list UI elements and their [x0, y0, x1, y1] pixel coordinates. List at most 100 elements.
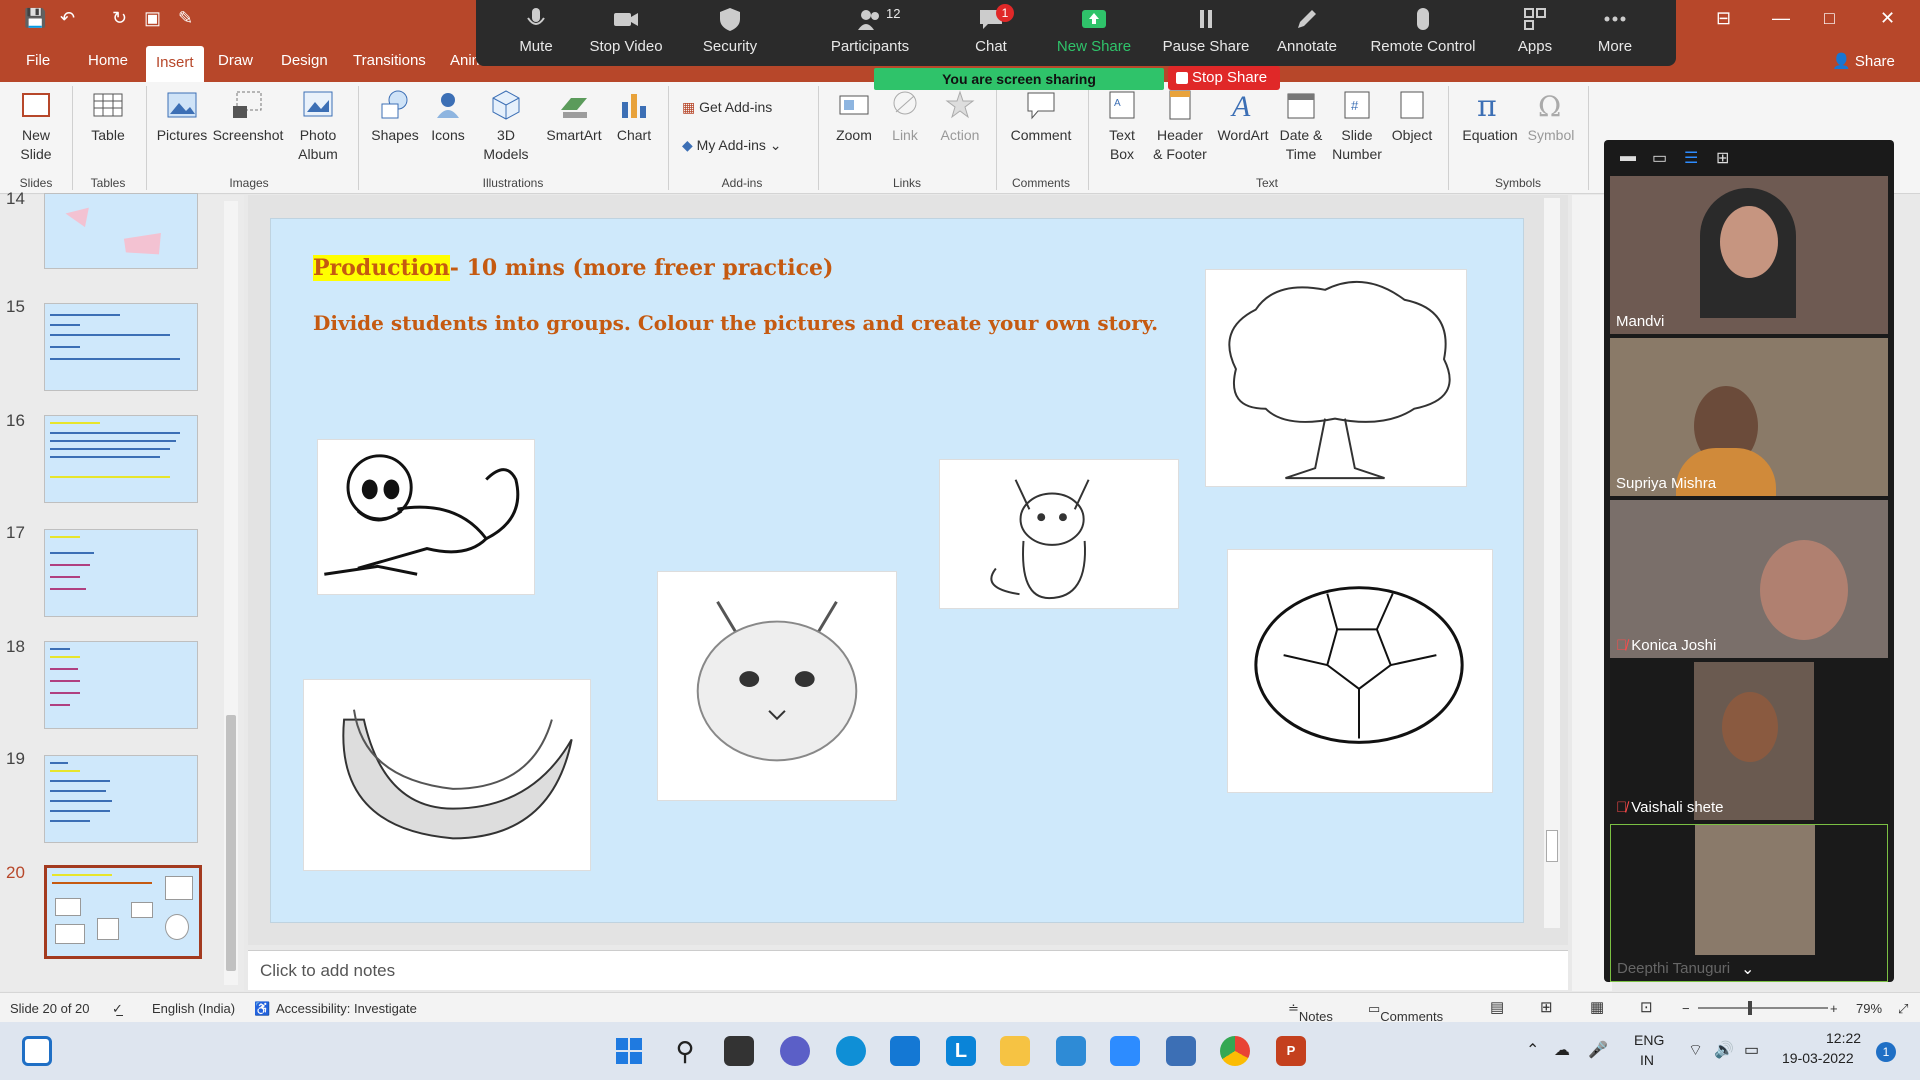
new-share-button[interactable]: New Share — [1054, 6, 1134, 55]
slide-thumbnail[interactable] — [44, 641, 198, 729]
chevron-down-icon[interactable]: ⌄ — [1741, 959, 1754, 979]
start-icon[interactable] — [614, 1036, 644, 1066]
widgets-icon[interactable] — [22, 1036, 52, 1066]
football-image[interactable] — [1227, 549, 1493, 793]
chevron-up-icon[interactable]: ⌃ — [1526, 1040, 1539, 1060]
my-addins-button[interactable]: ◆ My Add-ins ⌄ — [682, 136, 802, 155]
editor-scrollbar[interactable] — [1544, 198, 1560, 928]
file-explorer-icon[interactable] — [1000, 1036, 1030, 1066]
ribbon-display-icon[interactable]: ⊟ — [1716, 8, 1731, 29]
kitten-image[interactable] — [939, 459, 1179, 609]
search-icon[interactable]: ⚲ — [670, 1036, 700, 1066]
tab-design[interactable]: Design — [281, 52, 328, 69]
accessibility-status[interactable]: Accessibility: Investigate — [276, 1001, 417, 1016]
wifi-icon[interactable]: ⌔ — [1688, 1040, 1703, 1060]
chat-button[interactable]: Chat 1 — [966, 4, 1016, 55]
slide-thumbnail[interactable] — [44, 529, 198, 617]
apps-button[interactable]: Apps — [1512, 6, 1558, 55]
tab-draw[interactable]: Draw — [218, 52, 253, 69]
notification-badge[interactable]: 1 — [1876, 1042, 1896, 1062]
header-footer-button[interactable]: Header & Footer — [1150, 88, 1210, 164]
equation-button[interactable]: π Equation — [1456, 88, 1524, 145]
gallery-view-icon[interactable]: ⊞ — [1716, 148, 1729, 168]
volume-icon[interactable]: 🔊 — [1714, 1040, 1734, 1060]
annotate-button[interactable]: Annotate — [1272, 6, 1342, 55]
more-button[interactable]: More — [1590, 6, 1640, 55]
normal-view-icon[interactable]: ▤ — [1490, 998, 1504, 1016]
tree-image[interactable] — [1205, 269, 1467, 487]
task-view-icon[interactable] — [724, 1036, 754, 1066]
slide-thumbnail[interactable] — [44, 303, 198, 391]
notes-pane[interactable]: Click to add notes — [248, 950, 1568, 990]
tab-insert[interactable]: Insert — [146, 46, 204, 82]
table-button[interactable]: Table — [84, 88, 132, 145]
chrome-icon[interactable] — [1220, 1036, 1250, 1066]
maximize-button[interactable]: □ — [1824, 8, 1835, 29]
link-button[interactable]: Link — [882, 88, 928, 145]
input-region[interactable]: IN — [1640, 1052, 1654, 1068]
slide-thumbnail[interactable] — [44, 755, 198, 843]
scrollbar-thumb[interactable] — [226, 715, 236, 971]
video-tile[interactable]: Mandvi — [1610, 176, 1888, 334]
clock-time[interactable]: 12:22 — [1826, 1030, 1861, 1046]
video-tile[interactable]: Supriya Mishra — [1610, 338, 1888, 496]
thumbnail-scrollbar[interactable] — [224, 201, 238, 985]
slide-subtitle[interactable]: Divide students into groups. Colour the … — [313, 311, 1158, 335]
slideshow-icon[interactable]: ⊡ — [1640, 998, 1653, 1016]
new-slide-button[interactable]: New Slide — [12, 88, 60, 164]
language-indicator[interactable]: English (India) — [152, 1001, 235, 1016]
wordart-button[interactable]: A WordArt — [1212, 88, 1274, 145]
zoom-app-icon[interactable] — [1110, 1036, 1140, 1066]
3d-models-button[interactable]: 3D Models — [478, 88, 534, 164]
powerpoint-icon[interactable]: P — [1276, 1036, 1306, 1066]
current-slide[interactable]: Production- 10 mins (more freer practice… — [270, 218, 1524, 923]
mail-icon[interactable] — [890, 1036, 920, 1066]
edge-icon[interactable] — [836, 1036, 866, 1066]
app-l-icon[interactable]: L — [946, 1036, 976, 1066]
remote-desktop-icon[interactable] — [1056, 1036, 1086, 1066]
zoom-slider[interactable] — [1698, 1001, 1828, 1015]
icons-button[interactable]: Icons — [424, 88, 472, 145]
comment-button[interactable]: Comment — [1004, 88, 1078, 145]
clock-date[interactable]: 19-03-2022 — [1782, 1050, 1854, 1066]
minimize-button[interactable]: — — [1772, 8, 1790, 29]
redo-icon[interactable]: ↻ — [112, 8, 127, 29]
touch-mode-icon[interactable]: ✎ — [178, 8, 193, 29]
speaker-view-icon[interactable]: ▭ — [1652, 148, 1667, 168]
close-button[interactable]: ✕ — [1880, 8, 1895, 29]
input-language[interactable]: ENG — [1634, 1032, 1664, 1048]
slide-thumbnail[interactable] — [44, 415, 198, 503]
pictures-button[interactable]: Pictures — [154, 88, 210, 145]
slide-number-button[interactable]: # Slide Number — [1330, 88, 1384, 164]
date-time-button[interactable]: Date & Time — [1274, 88, 1328, 164]
zoom-level[interactable]: 79% — [1856, 1001, 1882, 1016]
smartart-button[interactable]: SmartArt — [540, 88, 608, 145]
zoom-button[interactable]: Zoom — [828, 88, 880, 145]
zoom-slider-thumb[interactable] — [1748, 1001, 1752, 1015]
video-tile[interactable]: Deepthi Tanuguri ⌄ — [1610, 824, 1888, 982]
symbol-button[interactable]: Ω Symbol — [1522, 88, 1580, 145]
action-button[interactable]: Action — [934, 88, 986, 145]
text-box-button[interactable]: A Text Box — [1096, 88, 1148, 164]
get-addins-button[interactable]: ▦ Get Add-ins — [682, 98, 802, 117]
video-tile[interactable]: 🎙̸ Vaishali shete — [1610, 662, 1888, 820]
zoom-out-button[interactable]: − — [1682, 1001, 1690, 1016]
stop-video-button[interactable]: Stop Video — [586, 6, 666, 55]
battery-icon[interactable]: ▭ — [1744, 1040, 1759, 1060]
teams-chat-icon[interactable] — [780, 1036, 810, 1066]
slide-title[interactable]: Production- 10 mins (more freer practice… — [313, 255, 833, 281]
slide-thumbnail-current[interactable] — [44, 865, 202, 959]
remote-control-button[interactable]: Remote Control — [1368, 6, 1478, 55]
fluffy-cat-image[interactable] — [657, 571, 897, 801]
pause-share-button[interactable]: Pause Share — [1162, 6, 1250, 55]
notes-toggle[interactable]: ≐ Notes — [1288, 1001, 1333, 1024]
mute-button[interactable]: Mute — [506, 6, 566, 55]
onedrive-icon[interactable]: ☁ — [1554, 1040, 1570, 1060]
screenshot-button[interactable]: Screenshot — [212, 88, 284, 145]
chart-button[interactable]: Chart — [610, 88, 658, 145]
banana-image[interactable] — [303, 679, 591, 871]
present-icon[interactable]: ▣ — [144, 8, 161, 29]
editor-scrollbar-thumb[interactable] — [1546, 830, 1558, 862]
spelling-icon[interactable]: ✓̲ — [112, 1001, 123, 1017]
gallery-strip-icon[interactable]: ☰ — [1684, 148, 1698, 168]
